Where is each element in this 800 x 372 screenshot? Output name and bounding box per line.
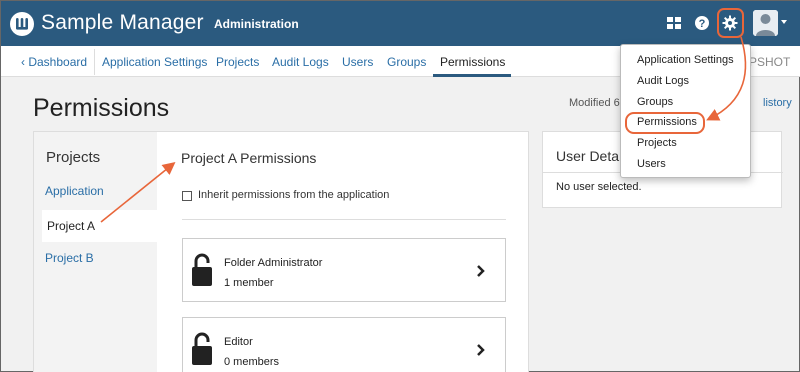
project-item-project-b[interactable]: Project B	[45, 251, 94, 265]
projects-heading: Projects	[46, 149, 101, 166]
role-member-count: 1 member	[224, 277, 274, 289]
nav-projects[interactable]: Projects	[216, 55, 259, 69]
nav-back-label: Dashboard	[28, 55, 88, 69]
role-name: Folder Administrator	[224, 257, 323, 269]
project-item-project-a[interactable]: Project A	[42, 210, 157, 242]
menu-item-application-settings[interactable]: Application Settings	[637, 54, 734, 66]
chevron-down-icon[interactable]	[781, 20, 787, 24]
nav-separator	[94, 49, 95, 75]
nav-active-indicator	[433, 74, 511, 77]
permissions-highlight-annotation	[625, 112, 705, 134]
modified-text: Modified 6	[569, 97, 620, 109]
menu-item-audit-logs[interactable]: Audit Logs	[637, 75, 689, 87]
chevron-right-icon[interactable]	[476, 265, 486, 277]
grid-icon[interactable]	[666, 15, 682, 31]
settings-dropdown-menu: Application Settings Audit Logs Groups P…	[620, 44, 751, 178]
page-title: Permissions	[33, 94, 170, 122]
inherit-label[interactable]: Inherit permissions from the application	[198, 189, 389, 201]
nav-audit-logs[interactable]: Audit Logs	[272, 55, 329, 69]
svg-text:?: ?	[699, 18, 706, 30]
help-icon[interactable]: ?	[694, 15, 710, 31]
project-item-application[interactable]: Application	[45, 184, 104, 198]
menu-item-groups[interactable]: Groups	[637, 96, 673, 108]
chevron-right-icon[interactable]	[476, 344, 486, 356]
role-member-count: 0 members	[224, 356, 280, 368]
user-details-title: User Deta	[556, 148, 620, 164]
menu-item-users[interactable]: Users	[637, 158, 666, 170]
unlock-icon	[192, 253, 212, 286]
nav-application-settings[interactable]: Application Settings	[102, 55, 207, 69]
nav-groups[interactable]: Groups	[387, 55, 426, 69]
role-card-editor[interactable]: Editor 0 members	[182, 317, 506, 372]
chevron-left-icon: ‹	[21, 55, 25, 69]
gear-highlight-annotation	[717, 8, 744, 38]
role-name: Editor	[224, 336, 253, 348]
permissions-title: Project A Permissions	[181, 150, 317, 166]
user-avatar[interactable]	[753, 10, 778, 36]
nav-users[interactable]: Users	[342, 55, 373, 69]
section-title: Administration	[214, 17, 299, 31]
projects-sidebar: Projects Application Project A Project B	[34, 132, 157, 372]
nav-back-dashboard[interactable]: ‹ Dashboard	[21, 55, 87, 69]
history-link[interactable]: listory	[763, 97, 792, 109]
top-bar: Sample Manager Administration ?	[1, 1, 800, 46]
unlock-icon	[192, 332, 212, 365]
inherit-checkbox[interactable]	[182, 191, 192, 201]
projects-panel: Projects Application Project A Project B…	[33, 131, 529, 372]
app-name[interactable]: Sample Manager	[41, 11, 204, 35]
user-details-empty-text: No user selected.	[556, 181, 642, 193]
sample-manager-logo-icon[interactable]	[9, 11, 35, 37]
role-card-folder-administrator[interactable]: Folder Administrator 1 member	[182, 238, 506, 302]
divider	[182, 219, 506, 220]
nav-permissions[interactable]: Permissions	[440, 55, 505, 69]
menu-item-projects[interactable]: Projects	[637, 137, 677, 149]
